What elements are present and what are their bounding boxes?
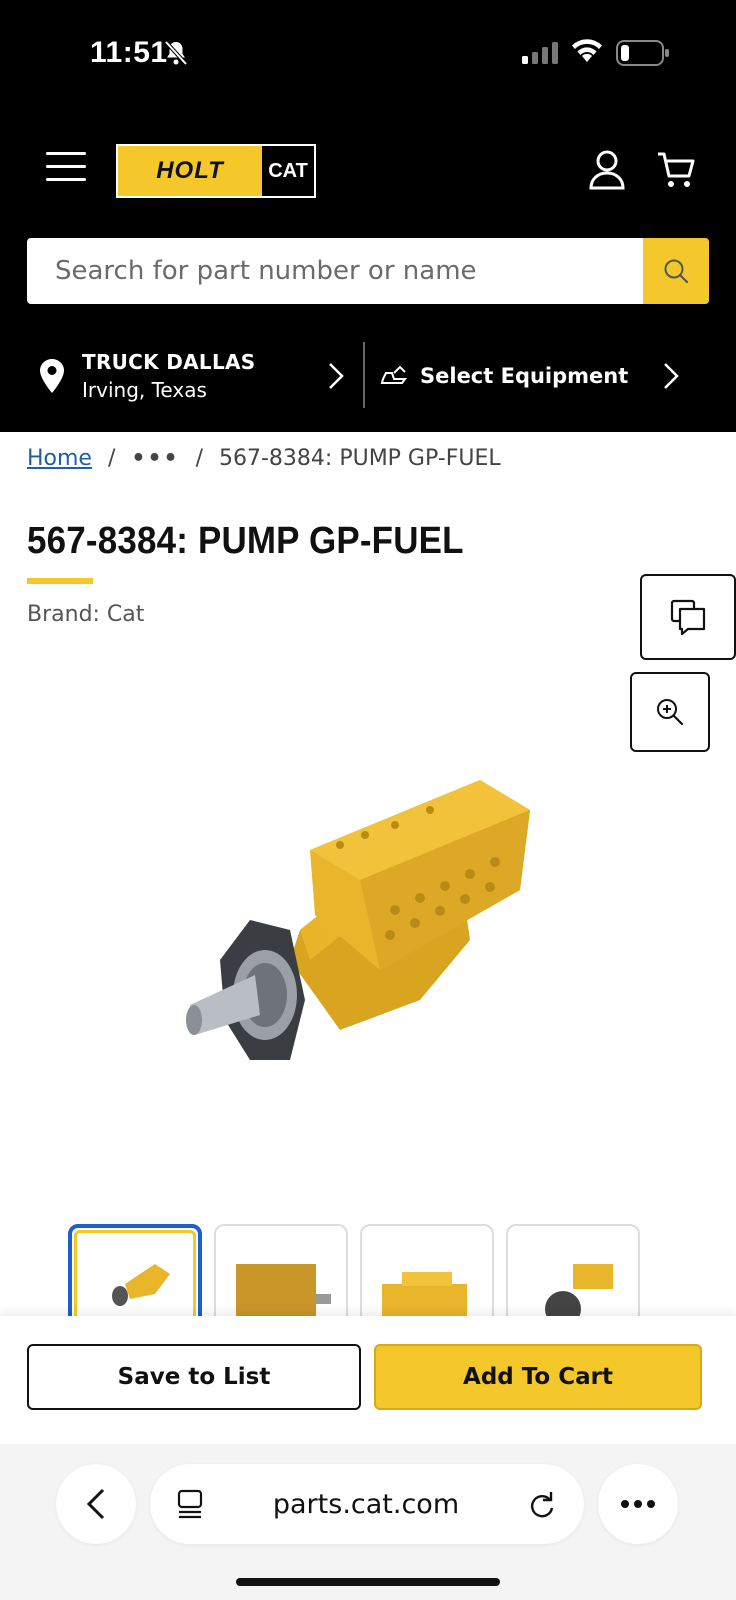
holt-cat-logo[interactable]: HOLT CAT <box>116 144 316 198</box>
breadcrumb-home-link[interactable]: Home <box>27 446 92 471</box>
search-bar <box>27 238 709 304</box>
logo-cat-text: CAT <box>262 146 314 196</box>
thumbnail-2[interactable] <box>214 1224 348 1316</box>
battery-icon <box>616 40 669 66</box>
thumbnail-image <box>112 1264 170 1306</box>
store-selector[interactable]: TRUCK DALLAS Irving, Texas <box>40 346 345 406</box>
action-bar: Save to List Add To Cart <box>0 1316 736 1444</box>
chevron-right-icon <box>664 363 679 389</box>
chevron-right-icon <box>329 363 344 389</box>
select-equipment-label: Select Equipment <box>420 364 629 388</box>
hamburger-menu-icon[interactable] <box>46 152 86 186</box>
search-input[interactable] <box>27 238 643 304</box>
thumbnail-image <box>545 1264 613 1316</box>
status-time: 11:51 <box>90 36 168 69</box>
wifi-icon <box>572 39 602 62</box>
bell-muted-icon <box>164 40 188 66</box>
location-pin-icon <box>40 359 64 393</box>
tabs-icon[interactable] <box>176 1489 204 1519</box>
product-brand: Brand: Cat <box>27 602 145 627</box>
header-divider <box>363 342 365 408</box>
header: 11:51 HOLT CAT Search for part number or… <box>0 0 736 432</box>
store-name: TRUCK DALLAS <box>82 350 256 374</box>
save-to-list-button[interactable]: Save to List <box>27 1344 361 1410</box>
browser-toolbar: parts.cat.com <box>0 1444 736 1600</box>
search-icon <box>664 259 689 284</box>
cart-icon[interactable] <box>656 150 696 190</box>
logo-holt-text: HOLT <box>118 146 262 196</box>
product-image[interactable] <box>180 770 560 1100</box>
thumbnail-strip <box>68 1224 640 1316</box>
more-dots-icon <box>621 1500 655 1508</box>
add-to-cart-button[interactable]: Add To Cart <box>374 1344 702 1410</box>
more-options-button[interactable] <box>598 1464 678 1544</box>
thumbnail-image <box>236 1264 331 1316</box>
breadcrumb: Home / ••• / 567-8384: PUMP GP-FUEL <box>27 446 501 471</box>
compare-button[interactable] <box>640 574 736 660</box>
browser-back-button[interactable] <box>56 1464 136 1544</box>
equipment-icon <box>380 365 407 384</box>
thumbnail-image <box>382 1272 467 1316</box>
compare-icon <box>670 599 706 636</box>
title-underline <box>27 578 93 584</box>
home-indicator <box>236 1578 500 1586</box>
breadcrumb-current: 567-8384: PUMP GP-FUEL <box>219 446 501 471</box>
address-bar[interactable]: parts.cat.com <box>150 1464 584 1544</box>
chevron-left-icon <box>86 1488 105 1520</box>
store-location: Irving, Texas <box>82 378 207 402</box>
thumbnail-3[interactable] <box>360 1224 494 1316</box>
breadcrumb-separator: / <box>107 446 116 471</box>
zoom-in-icon <box>657 699 684 726</box>
reload-icon[interactable] <box>528 1489 556 1519</box>
search-button[interactable] <box>643 238 709 304</box>
user-account-icon[interactable] <box>588 150 626 190</box>
page-title: 567-8384: PUMP GP-FUEL <box>27 520 464 562</box>
cell-signal-icon <box>522 42 558 64</box>
breadcrumb-ellipsis[interactable]: ••• <box>131 446 179 471</box>
browser-url[interactable]: parts.cat.com <box>204 1489 528 1520</box>
thumbnail-1[interactable] <box>68 1224 202 1316</box>
zoom-button[interactable] <box>630 672 710 752</box>
select-equipment[interactable]: Select Equipment <box>380 346 680 406</box>
thumbnail-4[interactable] <box>506 1224 640 1316</box>
breadcrumb-separator: / <box>195 446 203 471</box>
